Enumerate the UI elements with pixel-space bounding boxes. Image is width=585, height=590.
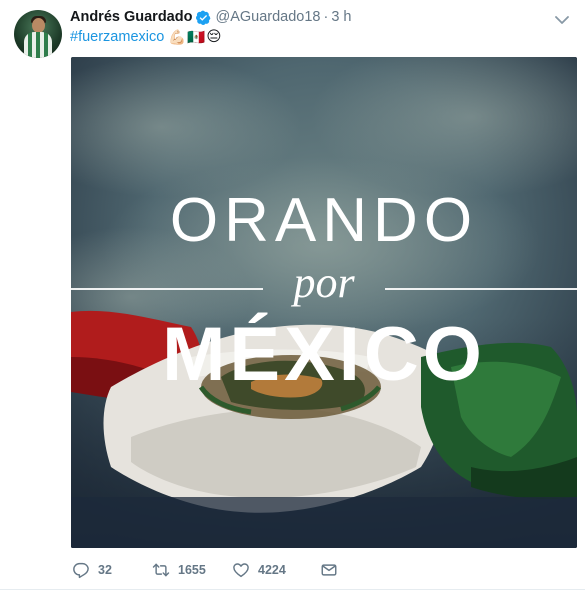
retweet-icon	[152, 563, 170, 577]
reply-icon	[73, 562, 89, 579]
like-button[interactable]: 4224	[232, 561, 320, 579]
retweet-button[interactable]: 1655	[152, 561, 232, 579]
heart-icon	[233, 563, 249, 578]
mexico-flag-emoji: 🇲🇽	[187, 29, 206, 46]
pensive-face-emoji: 😔	[206, 29, 222, 45]
chevron-down-icon[interactable]	[555, 12, 569, 24]
image-text-por: por	[293, 258, 355, 307]
separator-dot: ·	[323, 9, 329, 25]
tweet-image[interactable]: ORANDO por MÉXICO	[71, 57, 577, 548]
tweet-actions: 32 1655 4224	[72, 559, 346, 581]
retweet-count: 1655	[178, 563, 206, 577]
image-text-orando: ORANDO	[169, 186, 479, 255]
flexed-biceps-emoji: 💪🏻	[168, 29, 187, 46]
avatar-jersey	[24, 32, 52, 58]
avatar-head	[32, 18, 45, 33]
avatar[interactable]	[14, 10, 62, 58]
tweet-timestamp[interactable]: 3 h	[331, 9, 351, 25]
image-text-mexico: MÉXICO	[162, 312, 486, 397]
direct-message-button[interactable]	[320, 561, 346, 579]
reply-button[interactable]: 32	[72, 561, 152, 579]
author-handle[interactable]: @AGuardado18	[215, 9, 320, 25]
reply-count: 32	[98, 563, 112, 577]
envelope-icon	[321, 564, 337, 576]
verified-badge-icon	[196, 10, 211, 25]
like-count: 4224	[258, 563, 286, 577]
tweet-text: #fuerzamexico 💪🏻 🇲🇽 😔	[70, 26, 223, 48]
tweet-header: Andrés Guardado @AGuardado18 · 3 h	[70, 7, 545, 27]
hashtag-link[interactable]: #fuerzamexico	[70, 29, 164, 45]
tweet[interactable]: Andrés Guardado @AGuardado18 · 3 h #fuer…	[0, 0, 585, 590]
author-name[interactable]: Andrés Guardado	[70, 9, 192, 25]
